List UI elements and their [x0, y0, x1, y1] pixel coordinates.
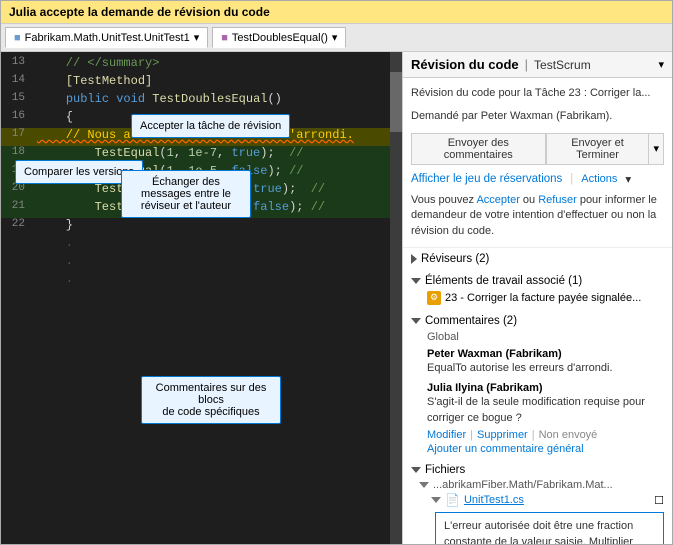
comments-content: Global Peter Waxman (Fabrikam) EqualTo a… [411, 329, 664, 457]
actions-link[interactable]: Actions [581, 173, 617, 185]
file-path-triangle [419, 482, 429, 488]
left-panel: 13 // </summary> 14 [TestMethod] 15 publ… [1, 52, 402, 544]
tab-bar: ■ Fabrikam.Math.UnitTest.UnitTest1 ▾ ■ T… [1, 24, 672, 52]
work-item-icon: ⚙ [427, 291, 441, 305]
reviewers-label: Réviseurs (2) [421, 253, 489, 265]
tab-unittest-label: Fabrikam.Math.UnitTest.UnitTest1 [25, 32, 190, 44]
callout-accept-text: Accepter la tâche de révision [140, 120, 281, 132]
file-unittest-triangle [431, 497, 441, 503]
files-header[interactable]: Fichiers [411, 462, 664, 478]
right-panel-divider: | [525, 57, 528, 72]
not-sent-status: Non envoyé [539, 429, 598, 441]
send-finish-dropdown[interactable]: ▾ [649, 133, 664, 165]
files-label: Fichiers [425, 464, 465, 476]
global-label: Global [427, 329, 664, 345]
code-line-15: 15 public void TestDoublesEqual() [1, 92, 402, 110]
right-panel: Révision du code | TestScrum ▾ Révision … [402, 52, 672, 544]
file-callout-text: L'erreur autorisée doit être une fractio… [444, 520, 633, 544]
info-line1: Révision du code pour la Tâche 23 : Corr… [411, 82, 664, 105]
file-path-text: ...abrikamFiber.Math/Fabrikam.Mat... [433, 479, 613, 491]
tab-testdoubles-label: TestDoublesEqual() [232, 32, 328, 44]
work-items-triangle [411, 278, 421, 284]
scrollbar-thumb[interactable] [390, 72, 402, 132]
code-line-22: 22 } [1, 218, 402, 236]
tab-unittest-dropdown[interactable]: ▾ [194, 31, 200, 44]
callout-exchange-text: Échanger des messages entre le réviseur … [141, 176, 231, 212]
right-panel-title: Révision du code [411, 57, 519, 72]
content-area: 13 // </summary> 14 [TestMethod] 15 publ… [1, 52, 672, 544]
main-window: Julia accepte la demande de révision du … [0, 0, 673, 545]
title-text: Julia accepte la demande de révision du … [9, 5, 270, 19]
send-comments-button[interactable]: Envoyer des commentaires [411, 133, 546, 165]
comments-header[interactable]: Commentaires (2) [411, 313, 664, 329]
work-item-1: ⚙ 23 - Corriger la facture payée signalé… [427, 289, 664, 307]
modify-link[interactable]: Modifier [427, 429, 466, 441]
file-callout: L'erreur autorisée doit être une fractio… [435, 512, 664, 544]
scrollbar-track[interactable] [390, 52, 402, 544]
code-line-13: 13 // </summary> [1, 56, 402, 74]
filename-link[interactable]: UnitTest1.cs [464, 494, 524, 506]
comment-2-author: Julia Ilyina (Fabrikam) [427, 379, 664, 394]
comments-section: Commentaires (2) Global Peter Waxman (Fa… [403, 310, 672, 460]
accept-refuse-text: Vous pouvez Accepter ou Refuser pour inf… [411, 189, 664, 243]
actions-dropdown-icon[interactable]: ▾ [625, 172, 631, 186]
file-cs-icon: 📄 [445, 493, 460, 507]
right-panel-subtitle: TestScrum [534, 58, 591, 72]
right-panel-header: Révision du code | TestScrum ▾ [403, 52, 672, 78]
add-comment-link[interactable]: Ajouter un commentaire général [427, 441, 664, 457]
reviewers-header[interactable]: Réviseurs (2) [411, 251, 664, 267]
links-row: Afficher le jeu de réservations | Action… [411, 169, 664, 189]
comment-2-actions: Modifier | Supprimer | Non envoyé [427, 429, 664, 441]
callout-accept: Accepter la tâche de révision [131, 114, 290, 138]
callout-comments: Commentaires sur des blocsde code spécif… [141, 376, 281, 424]
reviewers-section: Réviseurs (2) [403, 248, 672, 270]
accept-link[interactable]: Accepter [476, 194, 519, 206]
tab-testdoubles-icon: ■ [221, 32, 228, 44]
callout-compare-text: Comparer les versions [24, 166, 134, 178]
file-item-unittest: 📄 UnitTest1.cs ☐ [419, 492, 664, 508]
code-line-dots2: . [1, 254, 402, 272]
tab-unittest-icon: ■ [14, 32, 21, 44]
file-checkbox[interactable]: ☐ [654, 494, 664, 507]
tab-testdoubles[interactable]: ■ TestDoublesEqual() ▾ [212, 27, 346, 48]
info-section: Révision du code pour la Tâche 23 : Corr… [403, 78, 672, 248]
reviewers-triangle [411, 254, 417, 264]
code-line-dots1: . [1, 236, 402, 254]
comment-1-text: EqualTo autorise les erreurs d'arrondi. [427, 360, 664, 379]
reservations-link[interactable]: Afficher le jeu de réservations [411, 173, 562, 185]
comment-1: Peter Waxman (Fabrikam) EqualTo autorise… [427, 345, 664, 379]
work-items-section: Éléments de travail associé (1) ⚙ 23 - C… [403, 270, 672, 310]
files-section: Fichiers ...abrikamFiber.Math/Fabrikam.M… [403, 460, 672, 544]
callout-exchange: Échanger des messages entre le réviseur … [121, 170, 251, 218]
send-buttons-row: Envoyer des commentaires Envoyer et Term… [411, 129, 664, 169]
info-line2: Demandé par Peter Waxman (Fabrikam). [411, 105, 664, 128]
comment-2: Julia Ilyina (Fabrikam) S'agit-il de la … [427, 379, 664, 441]
refuse-link[interactable]: Refuser [538, 194, 577, 206]
title-bar: Julia accepte la demande de révision du … [1, 1, 672, 24]
work-item-text[interactable]: 23 - Corriger la facture payée signalée.… [445, 292, 641, 304]
file-tree: ...abrikamFiber.Math/Fabrikam.Mat... 📄 U… [411, 478, 664, 544]
comments-label: Commentaires (2) [425, 315, 517, 327]
comment-2-text: S'agit-il de la seule modification requi… [427, 394, 664, 429]
tab-unittest[interactable]: ■ Fabrikam.Math.UnitTest.UnitTest1 ▾ [5, 27, 208, 48]
code-line-14: 14 [TestMethod] [1, 74, 402, 92]
send-finish-button[interactable]: Envoyer et Terminer [546, 133, 650, 165]
file-path-item: ...abrikamFiber.Math/Fabrikam.Mat... [419, 478, 664, 492]
callout-comments-text: Commentaires sur des blocsde code spécif… [156, 382, 267, 418]
right-panel-dropdown[interactable]: ▾ [658, 58, 664, 71]
delete-link[interactable]: Supprimer [477, 429, 528, 441]
files-triangle [411, 467, 421, 473]
work-items-label: Éléments de travail associé (1) [425, 275, 582, 287]
work-items-content: ⚙ 23 - Corriger la facture payée signalé… [411, 289, 664, 307]
comments-triangle [411, 318, 421, 324]
comment-1-author: Peter Waxman (Fabrikam) [427, 345, 664, 360]
work-items-header[interactable]: Éléments de travail associé (1) [411, 273, 664, 289]
tab-testdoubles-dropdown[interactable]: ▾ [332, 31, 338, 44]
code-line-dots3: . [1, 272, 402, 290]
